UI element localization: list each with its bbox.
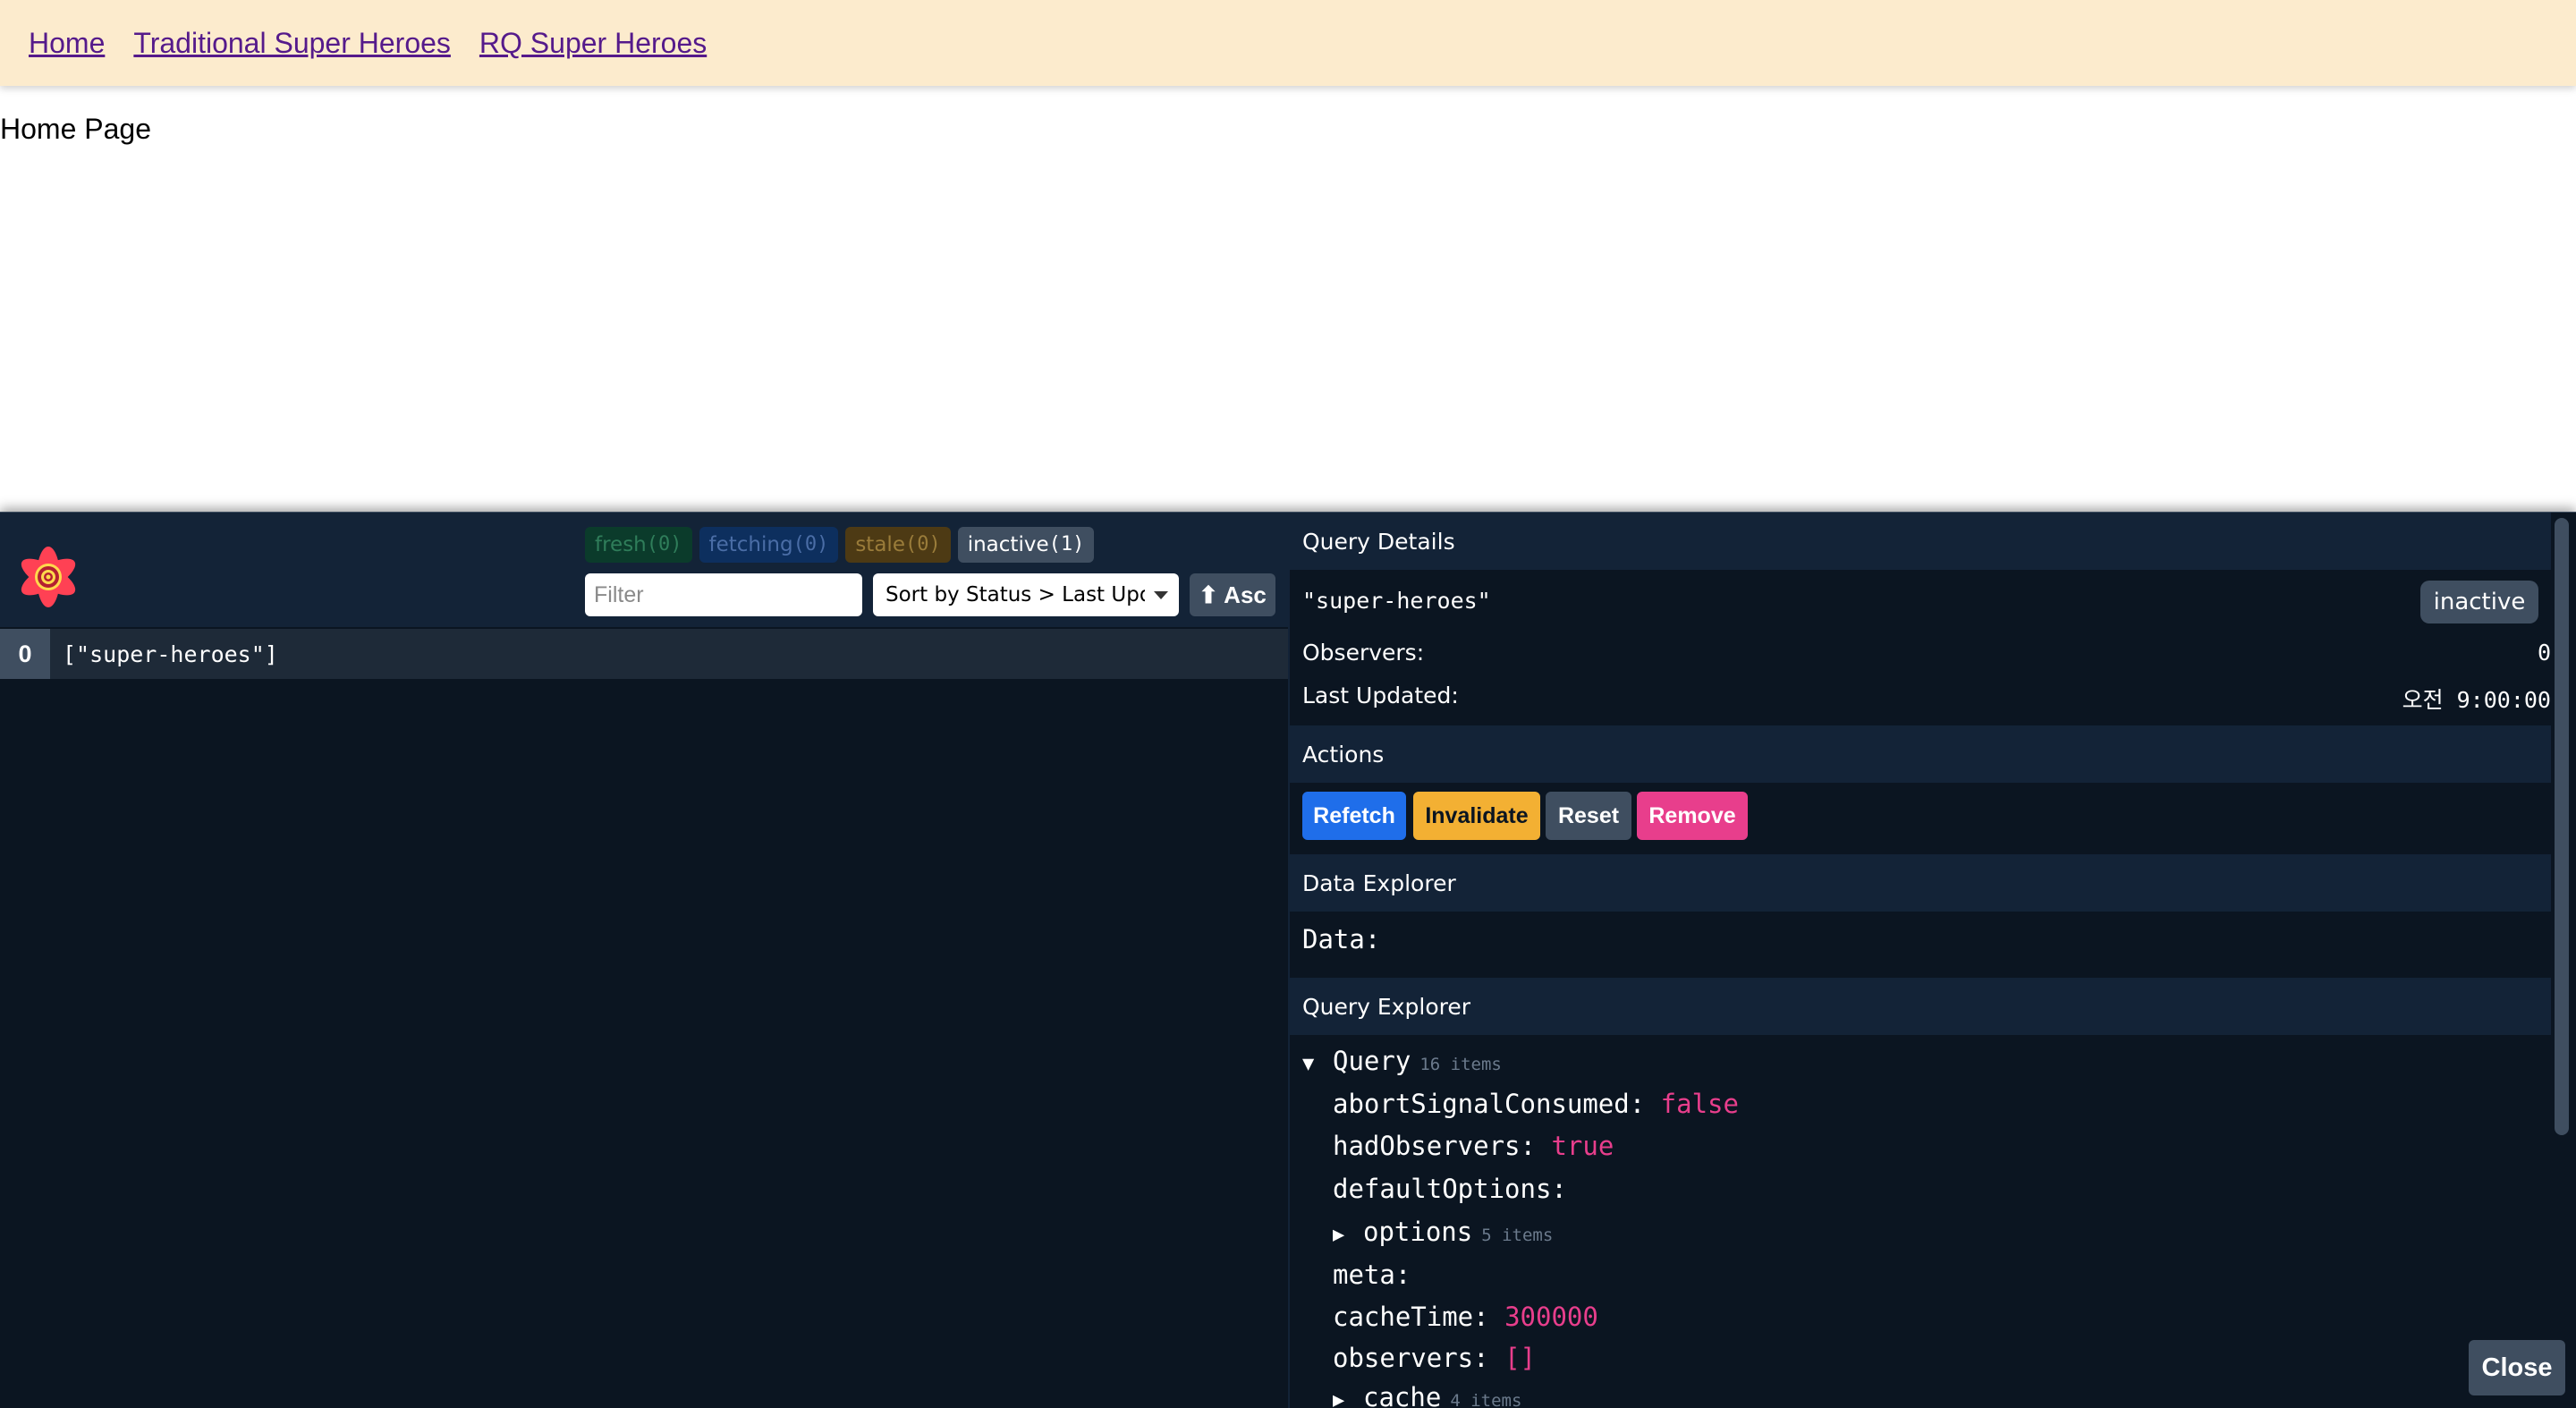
query-details-key: "super-heroes" — [1302, 588, 1491, 614]
chip-fetching[interactable]: fetching (0) — [699, 527, 839, 563]
status-badge: inactive — [2420, 581, 2538, 623]
chip-stale[interactable]: stale (0) — [845, 527, 951, 563]
tree-node-cache[interactable]: ▶ cache 4 items — [1333, 1382, 1521, 1408]
chip-inactive[interactable]: inactive (1) — [957, 527, 1095, 563]
chip-fresh[interactable]: fresh (0) — [585, 527, 692, 563]
tree-row: hadObservers: true — [1333, 1131, 1614, 1161]
react-query-logo-icon[interactable] — [13, 541, 84, 613]
page-title: Home Page — [0, 113, 151, 145]
data-explorer-label: Data: — [1302, 924, 1381, 954]
triangle-right-icon: ▶ — [1333, 1389, 1345, 1408]
nav-link-rq-super-heroes[interactable]: RQ Super Heroes — [479, 27, 707, 60]
top-nav: Home Traditional Super Heroes RQ Super H… — [0, 0, 2576, 86]
tree-row: defaultOptions: — [1333, 1174, 1567, 1204]
tree-row: abortSignalConsumed: false — [1333, 1089, 1739, 1119]
query-observer-count: 0 — [0, 629, 50, 679]
remove-button[interactable]: Remove — [1637, 792, 1748, 840]
sort-select-value: Sort by Status > Last Updated — [886, 583, 1145, 606]
tree-row: observers: [] — [1333, 1343, 1536, 1373]
devtools-panel: fresh (0) fetching (0) stale (0) inactive (1… — [0, 512, 2576, 1408]
query-row[interactable]: 0 ["super-heroes"] — [0, 629, 1288, 679]
tree-row: meta: — [1333, 1260, 1411, 1290]
triangle-right-icon: ▶ — [1333, 1224, 1345, 1246]
nav-link-home[interactable]: Home — [29, 27, 105, 60]
tree-node-query[interactable]: ▼ Query 16 items — [1302, 1046, 1502, 1076]
details-scrollbar[interactable] — [2555, 518, 2569, 1135]
data-explorer-header: Data Explorer — [1290, 854, 2551, 912]
sort-asc-button[interactable]: ⬆ Asc — [1190, 573, 1275, 616]
query-explorer-header: Query Explorer — [1290, 978, 2551, 1035]
query-list-header: fresh (0) fetching (0) stale (0) inactive (1… — [0, 513, 1288, 627]
nav-link-traditional-super-heroes[interactable]: Traditional Super Heroes — [133, 27, 451, 60]
tree-node-options[interactable]: ▶ options 5 items — [1333, 1217, 1553, 1247]
filter-input[interactable] — [585, 573, 862, 616]
triangle-down-icon: ▼ — [1302, 1053, 1315, 1075]
sort-select[interactable]: Sort by Status > Last Updated — [873, 573, 1179, 616]
last-updated-value: 오전 9:00:00 — [2402, 687, 2551, 713]
close-devtools-button[interactable]: Close — [2469, 1340, 2565, 1395]
invalidate-button[interactable]: Invalidate — [1413, 792, 1540, 840]
query-key: ["super-heroes"] — [63, 640, 278, 667]
last-updated-label: Last Updated: — [1302, 683, 1459, 708]
chevron-down-icon — [1154, 591, 1168, 599]
refetch-button[interactable]: Refetch — [1302, 792, 1406, 840]
query-details-header: Query Details — [1290, 513, 2551, 570]
observers-label: Observers: — [1302, 640, 1425, 666]
reset-button[interactable]: Reset — [1546, 792, 1631, 840]
observers-value: 0 — [2537, 640, 2551, 666]
status-filter-chips: fresh (0) fetching (0) stale (0) inactive (1… — [585, 527, 1101, 563]
actions-header: Actions — [1290, 725, 2551, 783]
query-details-pane: Query Details "super-heroes" inactive Ob… — [1290, 513, 2576, 1408]
tree-row: cacheTime: 300000 — [1333, 1302, 1598, 1332]
query-list-pane: fresh (0) fetching (0) stale (0) inactive (1… — [0, 513, 1288, 1408]
